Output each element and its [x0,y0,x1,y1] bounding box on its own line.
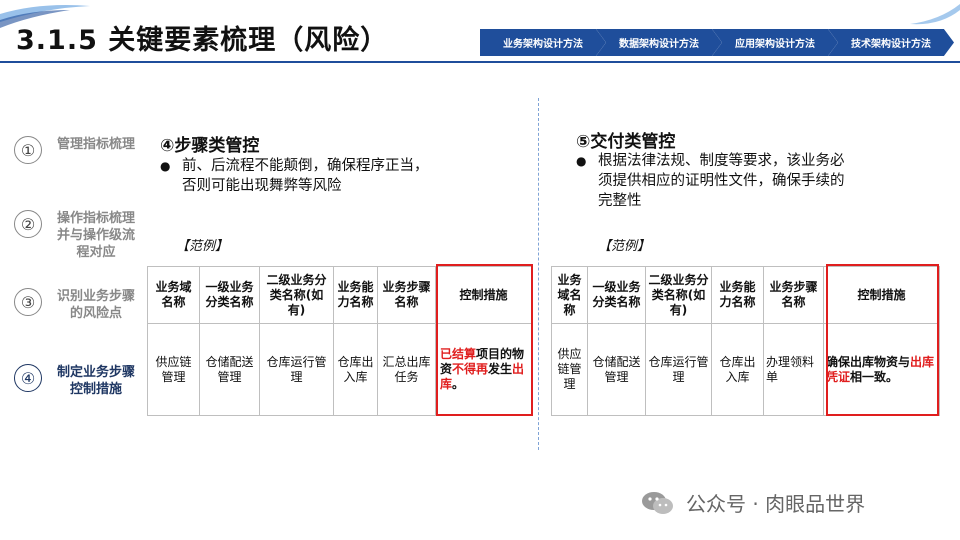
bullet-text-line: 须提供相应的证明性文件，确保手续的 [598,173,845,189]
nav-data-architecture[interactable]: 数据架构设计方法 [596,29,722,56]
header-corner-decoration [910,4,960,25]
table-header-cell: 二级业务分类名称(如有) [259,266,334,324]
nav-business-architecture[interactable]: 业务架构设计方法 [480,29,606,56]
left-example-label: 【范例】 [176,239,229,254]
control-text: 相一致。 [850,369,899,384]
watermark-text: 公众号 · 肉眼品世界 [686,492,866,516]
control-text: 发生 [488,362,513,376]
control-text: 。 [452,377,465,391]
table-header-cell: 业务域名称 [551,266,588,324]
left-panel-title: ④步骤类管控 [160,136,260,156]
step-label: 操作指标梳理并与操作级流程对应 [56,211,135,260]
table-header-cell: 控制措施 [435,266,532,324]
step-item-1: ① 管理指标梳理 [14,136,144,164]
table-cell: 仓库出入库 [333,323,378,416]
control-measure-cell: 已结算项目的物资不得再发生出库。 [435,323,532,416]
table-header-row: 业务域名称 一级业务分类名称 二级业务分类名称(如有) 业务能力名称 业务步骤名… [551,266,940,324]
bullet-text-line: 前、后流程不能颠倒，确保程序正当， [182,158,429,174]
table-header-cell: 业务步骤名称 [763,266,824,324]
table-cell: 供应链管理 [147,323,200,416]
table-cell: 仓库运行管理 [259,323,334,416]
left-panel-bullet: ● 前、后流程不能颠倒，确保程序正当， 否则可能出现舞弊等风险 [160,156,520,196]
right-example-label: 【范例】 [598,239,651,254]
table-cell: 汇总出库任务 [377,323,436,416]
table-cell: 办理领料单 [763,323,824,416]
table-row: 供应链管理 仓储配送管理 仓库运行管理 仓库出入库 汇总出库任务 已结算项目的物… [147,323,532,416]
header-divider [0,61,960,63]
nav-application-architecture[interactable]: 应用架构设计方法 [712,29,838,56]
table-header-cell: 业务域名称 [147,266,200,324]
step-number: ② [14,210,42,238]
table-header-cell: 二级业务分类名称(如有) [645,266,712,324]
bullet-text-line: 完整性 [598,193,642,209]
right-panel-title: ⑤交付类管控 [576,132,676,152]
bullet-text-line: 否则可能出现舞弊等风险 [182,178,342,194]
step-label: 管理指标梳理 [56,137,135,152]
watermark: 公众号 · 肉眼品世界 [640,488,865,517]
right-panel-bullet: ● 根据法律法规、制度等要求，该业务必 须提供相应的证明性文件，确保手续的 完整… [576,151,926,211]
page-title: 3.1.5 关键要素梳理（风险） [16,25,389,56]
step-item-4: ④ 制定业务步骤控制措施 [14,364,144,398]
table-cell: 供应链管理 [551,323,588,416]
table-cell: 仓储配送管理 [199,323,260,416]
table-header-cell: 业务能力名称 [711,266,764,324]
wechat-icon [642,491,673,514]
control-text: 确保出库物资与 [826,354,911,369]
step-item-3: ③ 识别业务步骤的风险点 [14,288,144,322]
table-cell: 仓库运行管理 [645,323,712,416]
bullet-text-line: 根据法律法规、制度等要求，该业务必 [598,153,845,169]
step-item-2: ② 操作指标梳理并与操作级流程对应 [14,210,144,261]
control-measure-cell: 确保出库物资与出库凭证相一致。 [823,323,940,416]
table-cell: 仓储配送管理 [587,323,646,416]
table-header-cell: 一级业务分类名称 [587,266,646,324]
bullet-dot-icon: ● [160,159,171,173]
panel-divider [538,98,539,450]
table-header-cell: 业务能力名称 [333,266,378,324]
left-control-table: 业务域名称 一级业务分类名称 二级业务分类名称(如有) 业务能力名称 业务步骤名… [147,266,532,416]
nav-technology-architecture[interactable]: 技术架构设计方法 [828,29,954,56]
table-header-row: 业务域名称 一级业务分类名称 二级业务分类名称(如有) 业务能力名称 业务步骤名… [147,266,532,324]
table-cell: 仓库出入库 [711,323,764,416]
step-label: 制定业务步骤控制措施 [56,365,135,397]
table-header-cell: 业务步骤名称 [377,266,436,324]
method-nav: 业务架构设计方法 数据架构设计方法 应用架构设计方法 技术架构设计方法 [480,29,954,56]
step-number: ③ [14,288,42,316]
right-control-table: 业务域名称 一级业务分类名称 二级业务分类名称(如有) 业务能力名称 业务步骤名… [551,266,940,416]
control-text-highlight: 已结算 [440,347,477,361]
step-label: 识别业务步骤的风险点 [56,289,135,321]
table-row: 供应链管理 仓储配送管理 仓库运行管理 仓库出入库 办理领料单 确保出库物资与出… [551,323,940,416]
control-text-highlight: 不得再 [452,362,489,376]
table-header-cell: 控制措施 [823,266,940,324]
step-number: ④ [14,364,42,392]
bullet-dot-icon: ● [576,154,587,168]
table-header-cell: 一级业务分类名称 [199,266,260,324]
step-number: ① [14,136,42,164]
